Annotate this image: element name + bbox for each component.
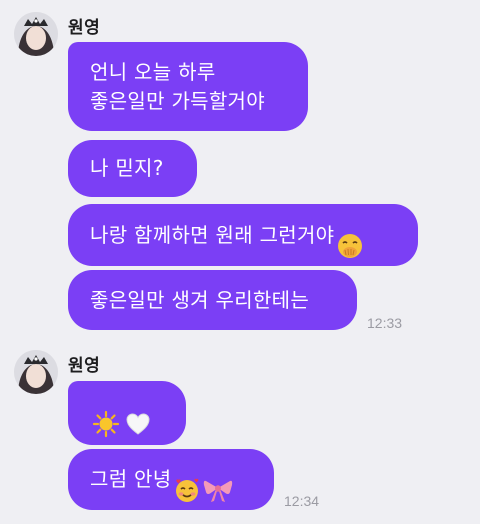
message-bubble[interactable]: 나랑 함께하면 원래 그런거야 xyxy=(68,204,418,266)
message-text: 그럼 안녕 xyxy=(90,467,172,491)
ribbon-bow-icon xyxy=(203,447,233,512)
message-text: 언니 오늘 하루 좋은일만 가득할거야 xyxy=(90,59,265,113)
message-bubble[interactable]: 언니 오늘 하루 좋은일만 가득할거야 xyxy=(68,42,308,131)
message-text: 나랑 함께하면 원래 그런거야 xyxy=(90,222,335,247)
smiling-face-with-hearts-icon xyxy=(173,447,201,512)
sun-icon xyxy=(92,381,120,446)
sender-name: 원영 xyxy=(68,18,101,38)
avatar[interactable] xyxy=(14,350,58,394)
message-timestamp: 12:34 xyxy=(284,493,320,509)
message-bubble[interactable]: 그럼 안녕 xyxy=(68,449,274,510)
message-text: 나 믿지? xyxy=(90,156,164,180)
message-bubble[interactable]: 좋은일만 생겨 우리한테는 xyxy=(68,270,357,330)
message-bubble[interactable] xyxy=(68,381,186,445)
message-timestamp: 12:33 xyxy=(367,315,403,331)
sender-name: 원영 xyxy=(68,356,101,376)
message-bubble[interactable]: 나 믿지? xyxy=(68,140,197,197)
hand-over-mouth-face-icon xyxy=(336,203,364,268)
avatar[interactable] xyxy=(14,12,58,56)
white-heart-icon xyxy=(124,381,152,446)
message-text: 좋은일만 생겨 우리한테는 xyxy=(90,287,310,312)
